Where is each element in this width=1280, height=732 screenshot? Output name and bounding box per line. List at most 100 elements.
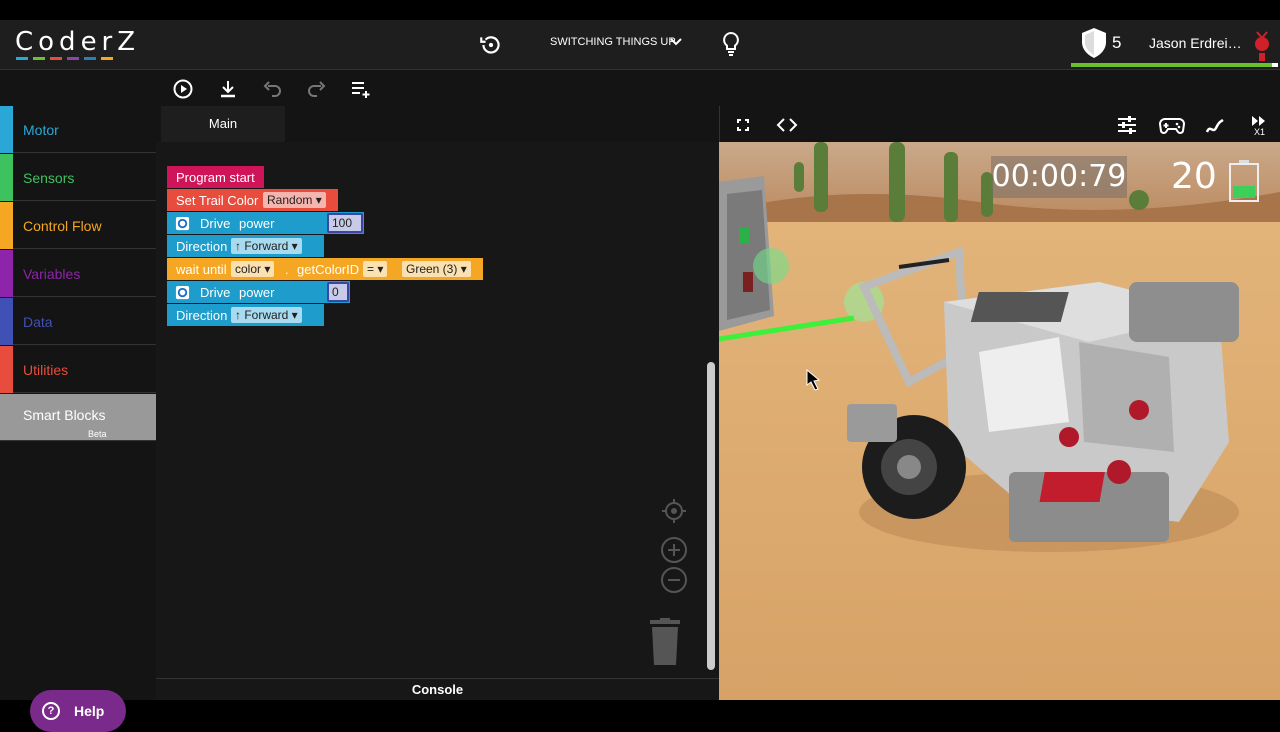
block-label: power bbox=[239, 285, 275, 300]
chevron-down-icon[interactable] bbox=[668, 34, 684, 50]
mission-title[interactable]: SWITCHING THINGS UP bbox=[550, 36, 676, 48]
category-control-flow[interactable]: Control Flow bbox=[0, 202, 156, 249]
simulation-viewport[interactable]: 00:00:79 20 bbox=[719, 142, 1280, 700]
dropdown-value: Green (3) bbox=[406, 262, 458, 276]
category-sensors[interactable]: Sensors bbox=[0, 154, 156, 201]
operator-dropdown[interactable]: = ▾ bbox=[363, 261, 388, 277]
redo-icon[interactable] bbox=[306, 78, 328, 100]
robot-avatar-icon[interactable] bbox=[1250, 26, 1274, 62]
editor-toolbar bbox=[0, 70, 719, 146]
direction-block[interactable]: Direction ↑ Forward ▾ bbox=[167, 235, 324, 257]
recenter-icon[interactable] bbox=[660, 497, 688, 525]
top-header: CoderZ SWITCHING THINGS UP 5 Jason Erdre… bbox=[0, 20, 1280, 70]
xp-progress-bar bbox=[1071, 63, 1278, 67]
dropdown-value: color bbox=[235, 262, 262, 276]
speed-label: X1 bbox=[1254, 127, 1265, 136]
wait-until-block[interactable]: wait until color ▾ . getColorID = ▾ Gree… bbox=[167, 258, 483, 280]
dropdown-value: Random bbox=[267, 193, 313, 207]
gear-icon bbox=[175, 216, 190, 231]
editor-tabs: Main bbox=[156, 106, 719, 142]
direction-dropdown[interactable]: ↑ Forward ▾ bbox=[231, 238, 302, 254]
simulation-toolbar: X1 bbox=[719, 106, 1280, 142]
shield-count: 5 bbox=[1112, 33, 1122, 52]
simulation-timer: 00:00:79 bbox=[991, 156, 1127, 198]
user-name[interactable]: Jason Erdrei… bbox=[1149, 35, 1242, 51]
trash-icon[interactable] bbox=[648, 618, 682, 668]
color-value-dropdown[interactable]: Green (3) ▾ bbox=[402, 261, 471, 277]
coderz-logo[interactable]: CoderZ bbox=[15, 27, 140, 57]
power-value-input[interactable]: 100 bbox=[329, 215, 361, 231]
block-label: getColorID bbox=[297, 262, 360, 277]
download-icon[interactable] bbox=[217, 78, 239, 100]
fullscreen-icon[interactable] bbox=[732, 114, 754, 136]
speed-icon[interactable]: X1 bbox=[1248, 114, 1270, 136]
lightbulb-icon[interactable] bbox=[719, 30, 743, 58]
block-label: Drive bbox=[200, 216, 231, 231]
power-input-wrap: 0 bbox=[327, 282, 349, 302]
block-label: . bbox=[285, 262, 289, 277]
category-motor[interactable]: Motor bbox=[0, 106, 156, 153]
gamepad-icon[interactable] bbox=[1159, 114, 1185, 136]
category-color-bar bbox=[0, 154, 13, 201]
trail-pen-icon[interactable] bbox=[1204, 114, 1226, 136]
direction-block[interactable]: Direction ↑ Forward ▾ bbox=[167, 304, 324, 326]
category-variables[interactable]: Variables bbox=[0, 250, 156, 297]
block-label: Program start bbox=[176, 170, 255, 185]
tab-main[interactable]: Main bbox=[161, 106, 285, 142]
drive-block[interactable]: Drive power 100 bbox=[167, 212, 364, 234]
category-color-bar bbox=[0, 346, 13, 393]
set-trail-color-block[interactable]: Set Trail Color Random ▾ bbox=[167, 189, 338, 211]
logo-color-bars bbox=[16, 57, 113, 60]
gear-icon bbox=[175, 285, 190, 300]
help-button[interactable]: ? Help bbox=[30, 690, 126, 732]
category-color-bar bbox=[0, 250, 13, 297]
power-value-input[interactable]: 0 bbox=[329, 284, 347, 300]
category-smart-blocks[interactable]: Smart Blocks Beta bbox=[0, 394, 156, 441]
direction-dropdown[interactable]: ↑ Forward ▾ bbox=[231, 307, 302, 323]
console-toggle[interactable]: Console bbox=[156, 678, 719, 700]
help-label: Help bbox=[74, 703, 105, 719]
coderz-app: CoderZ SWITCHING THINGS UP 5 Jason Erdre… bbox=[0, 20, 1280, 732]
program-start-block[interactable]: Program start bbox=[167, 166, 264, 188]
battery-icon bbox=[1229, 160, 1259, 202]
dropdown-value: ↑ Forward bbox=[235, 308, 289, 322]
category-label: Smart Blocks bbox=[23, 407, 106, 423]
block-label: wait until bbox=[176, 262, 227, 277]
code-view-icon[interactable] bbox=[776, 114, 798, 136]
question-icon: ? bbox=[42, 702, 60, 720]
block-label: power bbox=[239, 216, 275, 231]
settings-sliders-icon[interactable] bbox=[1116, 114, 1138, 136]
category-label: Motor bbox=[23, 122, 59, 138]
add-list-icon[interactable] bbox=[350, 78, 372, 100]
shield-icon bbox=[1082, 28, 1106, 58]
block-label: Set Trail Color bbox=[176, 193, 259, 208]
block-label: Direction bbox=[176, 308, 228, 323]
zoom-in-icon[interactable] bbox=[660, 536, 688, 564]
block-workspace: Main Program start Set Trail Color Rando… bbox=[156, 106, 719, 700]
dropdown-value: ↑ Forward bbox=[235, 239, 289, 253]
simulation-scene bbox=[719, 142, 1280, 700]
block-label: Drive bbox=[200, 285, 231, 300]
vertical-scrollbar[interactable] bbox=[707, 362, 715, 670]
dropdown-value: = bbox=[367, 262, 375, 276]
history-icon[interactable] bbox=[478, 32, 504, 58]
category-utilities[interactable]: Utilities bbox=[0, 346, 156, 393]
trail-color-dropdown[interactable]: Random ▾ bbox=[263, 192, 326, 208]
category-label: Control Flow bbox=[23, 218, 102, 234]
simulation-score: 20 bbox=[1171, 156, 1217, 197]
category-label: Sensors bbox=[23, 170, 75, 186]
category-label: Utilities bbox=[23, 362, 69, 378]
category-label: Variables bbox=[23, 266, 81, 282]
zoom-out-icon[interactable] bbox=[660, 566, 688, 594]
category-data[interactable]: Data bbox=[0, 298, 156, 345]
block-categories: Motor Sensors Control Flow Variables Dat… bbox=[0, 106, 156, 732]
category-color-bar bbox=[0, 202, 13, 249]
category-label: Data bbox=[23, 314, 53, 330]
xp-progress-fill bbox=[1071, 63, 1272, 67]
play-icon[interactable] bbox=[172, 78, 194, 100]
category-color-bar bbox=[0, 298, 13, 345]
sensor-dropdown[interactable]: color ▾ bbox=[231, 261, 275, 277]
undo-icon[interactable] bbox=[261, 78, 283, 100]
power-input-wrap: 100 bbox=[327, 213, 363, 233]
drive-block[interactable]: Drive power 0 bbox=[167, 281, 350, 303]
